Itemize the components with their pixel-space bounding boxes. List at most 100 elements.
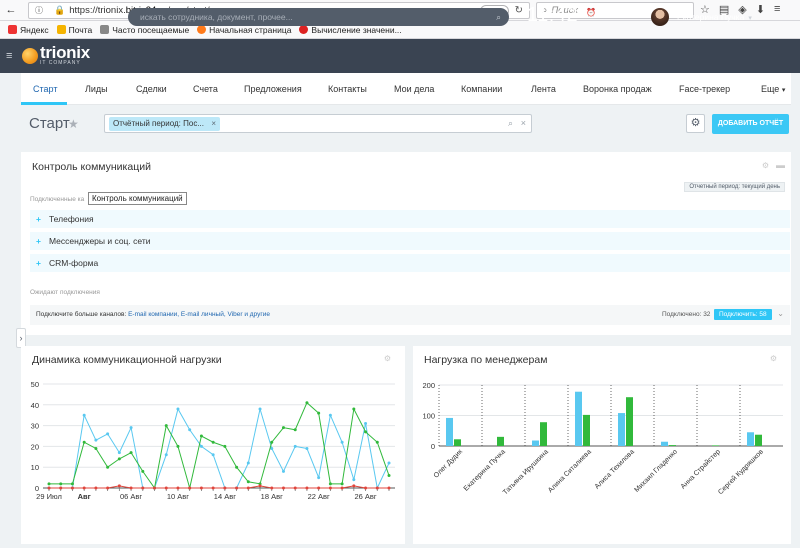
x-tick-label: Авг bbox=[78, 492, 91, 501]
tab-invoices[interactable]: Счета bbox=[193, 84, 218, 94]
sidebar-toggle-button[interactable]: › bbox=[16, 328, 26, 348]
clock[interactable]: 11:42 bbox=[527, 4, 578, 27]
bar bbox=[747, 432, 754, 446]
communication-control-widget: Контроль коммуникаций ⚙ ▬ Отчетный перио… bbox=[21, 152, 791, 335]
data-point bbox=[364, 422, 368, 426]
tab-quotes[interactable]: Предложения bbox=[244, 84, 302, 94]
filter-search-input[interactable]: Отчётный период: Пос... × ⌕ × bbox=[104, 114, 532, 133]
gear-icon bbox=[100, 25, 110, 34]
series-line bbox=[49, 407, 390, 490]
channel-row-telephony[interactable]: + Телефония bbox=[30, 210, 790, 229]
chevron-down-icon[interactable]: ⌄ bbox=[777, 309, 784, 318]
search-icon: ⌕ bbox=[496, 12, 501, 22]
y-tick-label: 0 bbox=[431, 442, 435, 451]
collapse-icon[interactable]: ▬ bbox=[776, 160, 785, 170]
data-point bbox=[129, 451, 133, 455]
data-point bbox=[164, 486, 168, 490]
avatar[interactable] bbox=[651, 8, 669, 26]
bookmark-item[interactable]: Часто посещаемые bbox=[100, 25, 189, 35]
category-label: Алина Ситалиева bbox=[547, 448, 593, 494]
tab-activities[interactable]: Мои дела bbox=[394, 84, 434, 94]
data-point bbox=[141, 469, 145, 473]
more-channels-text: Подключите больше каналов: bbox=[36, 311, 127, 318]
gear-icon: ⚙ bbox=[690, 117, 701, 129]
tab-start[interactable]: Старт bbox=[33, 84, 57, 94]
add-report-button[interactable]: ДОБАВИТЬ ОТЧЁТ bbox=[712, 114, 789, 134]
gear-icon[interactable]: ⚙ bbox=[384, 354, 391, 363]
data-point bbox=[82, 486, 86, 490]
more-channels-link[interactable]: E-mail компании, E-mail личный, Viber и … bbox=[128, 311, 270, 318]
data-point bbox=[352, 407, 356, 411]
bar bbox=[454, 439, 461, 446]
bookmark-item[interactable]: Начальная страница bbox=[197, 25, 291, 35]
data-point bbox=[270, 440, 274, 444]
tab-contacts[interactable]: Контакты bbox=[328, 84, 367, 94]
data-point bbox=[153, 486, 157, 490]
info-icon[interactable]: ⓘ bbox=[32, 4, 46, 18]
data-point bbox=[211, 453, 215, 457]
bookmark-item[interactable]: Почта bbox=[56, 25, 92, 35]
back-icon[interactable]: ← bbox=[4, 3, 18, 17]
user-menu[interactable]: Екатерина Пучка ▾ bbox=[677, 12, 752, 22]
data-point bbox=[364, 486, 368, 490]
data-point bbox=[328, 413, 332, 417]
period-chip[interactable]: Отчетный период: текущий день bbox=[684, 182, 785, 192]
y-tick-label: 10 bbox=[31, 463, 39, 472]
bookmark-item[interactable]: Вычисление значени... bbox=[299, 25, 402, 35]
data-point bbox=[199, 444, 203, 448]
bookmark-item[interactable]: Яндекс bbox=[8, 25, 49, 35]
hamburger-icon[interactable]: ≡ bbox=[6, 50, 16, 62]
search-icon[interactable]: ⌕ bbox=[508, 118, 513, 129]
company-logo[interactable]: trionix IT COMPANY bbox=[22, 44, 90, 66]
channel-row-messengers[interactable]: + Мессенджеры и соц. сети bbox=[30, 232, 790, 251]
category-label: Екатерина Пучка bbox=[463, 448, 507, 492]
data-point bbox=[246, 461, 250, 465]
data-point bbox=[352, 484, 356, 488]
data-point bbox=[317, 411, 321, 415]
x-tick-label: 14 Авг bbox=[214, 492, 236, 501]
data-point bbox=[117, 451, 121, 455]
gear-icon[interactable]: ⚙ bbox=[762, 161, 769, 170]
data-point bbox=[293, 444, 297, 448]
channel-row-crm-form[interactable]: + CRM-форма bbox=[30, 254, 790, 273]
data-point bbox=[352, 478, 356, 482]
chevron-right-icon: › bbox=[19, 333, 23, 343]
data-point bbox=[117, 457, 121, 461]
menu-icon[interactable]: ≡ bbox=[774, 3, 780, 16]
bar-chart: 0 100 200 Олег ДудикЕкатерина ПучкаТатьяна … bbox=[422, 381, 783, 497]
data-point bbox=[164, 424, 168, 428]
filter-tag[interactable]: Отчётный период: Пос... × bbox=[109, 117, 220, 131]
gear-icon[interactable]: ⚙ bbox=[770, 354, 777, 363]
data-point bbox=[293, 486, 297, 490]
bar bbox=[626, 397, 633, 446]
reload-icon[interactable]: ↻ bbox=[515, 5, 523, 16]
widget-title: Контроль коммуникаций bbox=[32, 161, 151, 173]
connect-button[interactable]: Подключить: 58 bbox=[714, 309, 772, 320]
bar bbox=[755, 434, 762, 446]
tab-leads[interactable]: Лиды bbox=[85, 84, 108, 94]
tab-face-tracker[interactable]: Face-трекер bbox=[679, 84, 730, 94]
data-point bbox=[246, 486, 250, 490]
tab-more[interactable]: Еще ▾ bbox=[761, 84, 785, 94]
category-label: Сергей Кудряшков bbox=[717, 448, 766, 497]
data-point bbox=[199, 486, 203, 490]
data-point bbox=[94, 438, 98, 442]
tab-deals[interactable]: Сделки bbox=[136, 84, 167, 94]
data-point bbox=[141, 486, 145, 490]
data-point bbox=[328, 486, 332, 490]
crm-menu: Старт Лиды Сделки Счета Предложения Конт… bbox=[21, 73, 791, 105]
tab-companies[interactable]: Компании bbox=[461, 84, 502, 94]
tab-feed[interactable]: Лента bbox=[531, 84, 556, 94]
tab-funnel[interactable]: Воронка продаж bbox=[583, 84, 652, 94]
data-point bbox=[211, 486, 215, 490]
data-point bbox=[293, 428, 297, 432]
settings-button[interactable]: ⚙ bbox=[686, 114, 705, 133]
data-point bbox=[129, 486, 133, 490]
download-icon[interactable]: ⬇ bbox=[756, 3, 765, 16]
bar bbox=[669, 445, 676, 446]
clear-icon[interactable]: × bbox=[521, 118, 526, 128]
y-tick-label: 30 bbox=[31, 422, 39, 431]
star-icon[interactable]: ★ bbox=[68, 117, 79, 131]
portal-search-input[interactable]: искать сотрудника, документ, прочее... ⌕ bbox=[128, 8, 509, 26]
close-icon[interactable]: × bbox=[211, 117, 216, 131]
